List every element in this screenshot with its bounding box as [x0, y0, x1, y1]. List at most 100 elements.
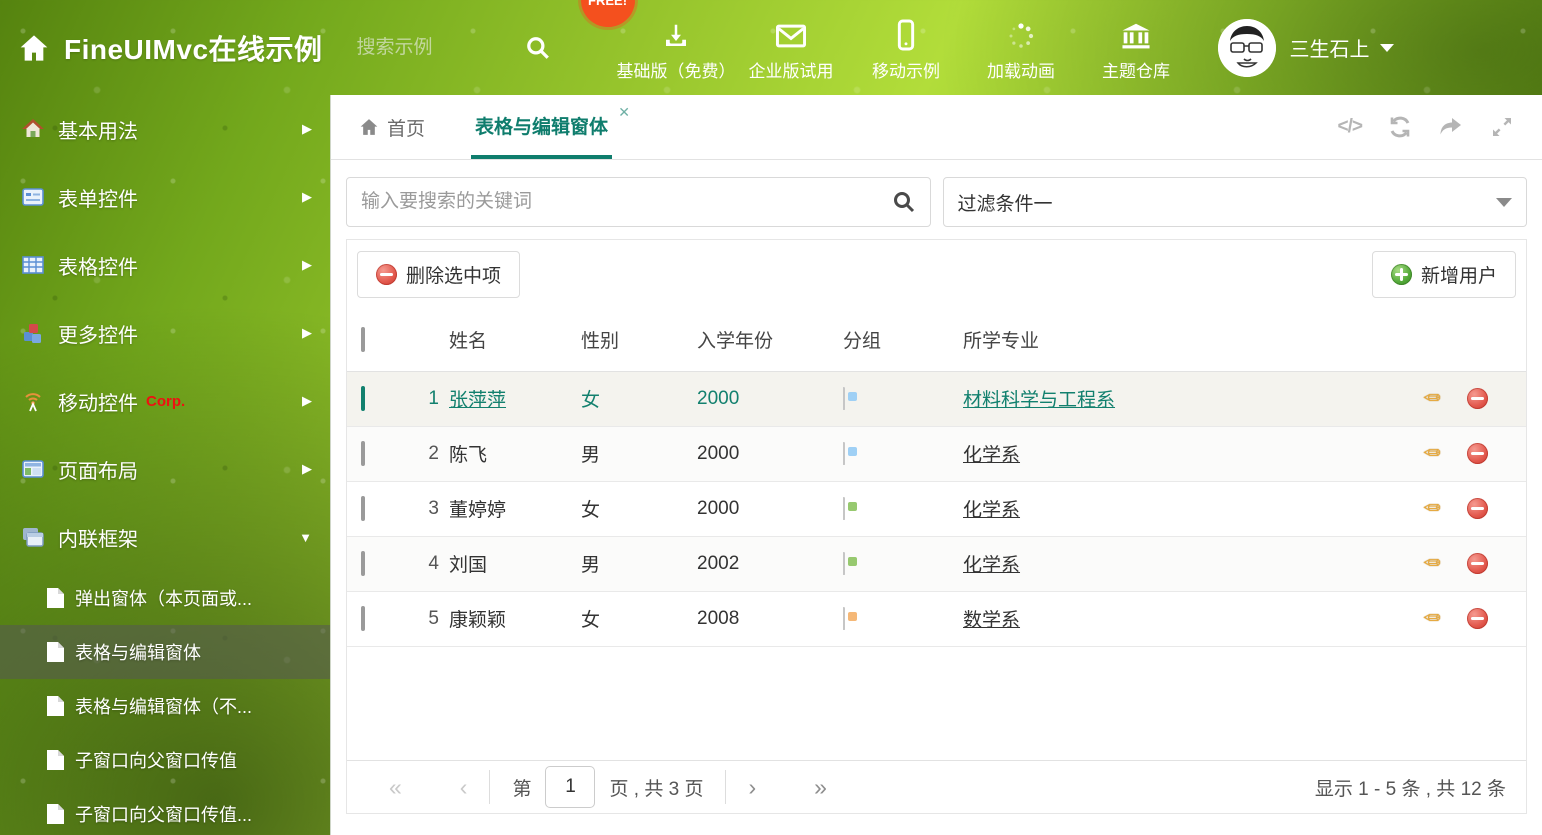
filter-dropdown[interactable]: 过滤条件一: [943, 177, 1528, 227]
expand-icon[interactable]: [1490, 115, 1514, 139]
page-icon: [46, 803, 65, 825]
sidebar-subitem-popup-window[interactable]: 弹出窗体（本页面或...: [0, 571, 330, 625]
tag-icon: [843, 497, 845, 520]
free-badge: FREE!: [581, 0, 635, 27]
cell-major: 材料科学与工程系: [963, 371, 1378, 426]
table-header-row: 姓名 性别 入学年份 分组 所学专业: [347, 309, 1526, 371]
cell-year: 2000: [697, 371, 843, 426]
tab-bar: 首页 表格与编辑窗体 ✕ </>: [331, 95, 1542, 160]
page-icon: [46, 587, 65, 609]
tag-icon: [843, 607, 845, 630]
table-row[interactable]: 5 康颖颖 女 2008 数学系 ✏: [347, 591, 1526, 646]
download-icon: [661, 13, 691, 51]
tab-actions: </>: [1338, 95, 1542, 159]
nav-item-theme-repo[interactable]: 主题仓库: [1079, 13, 1194, 82]
nav-item-enterprise-trial[interactable]: 企业版试用: [734, 13, 849, 82]
row-checkbox[interactable]: [361, 441, 365, 466]
select-all-checkbox[interactable]: [361, 327, 365, 352]
table-row[interactable]: 3 董婷婷 女 2000 化学系 ✏: [347, 481, 1526, 536]
pencil-icon[interactable]: ✏: [1423, 606, 1441, 631]
sidebar-item-page-layout[interactable]: 页面布局 ▶: [0, 435, 330, 503]
sidebar-subitem-child-to-parent[interactable]: 子窗口向父窗口传值: [0, 733, 330, 787]
header-search-input[interactable]: [357, 37, 507, 59]
delete-icon[interactable]: [1467, 388, 1488, 409]
sidebar-item-more-controls[interactable]: 更多控件 ▶: [0, 299, 330, 367]
refresh-icon[interactable]: [1388, 115, 1412, 139]
page-label-before: 第: [512, 774, 531, 801]
page-icon: [46, 749, 65, 771]
delete-selected-button[interactable]: 删除选中项: [357, 251, 520, 298]
cell-group: [843, 536, 963, 591]
row-checkbox[interactable]: [361, 496, 365, 521]
cell-gender: 女: [581, 591, 697, 646]
next-page-button[interactable]: ›: [748, 776, 756, 799]
table-row[interactable]: 4 刘国 男 2002 化学系 ✏: [347, 536, 1526, 591]
pencil-icon[interactable]: ✏: [1423, 551, 1441, 576]
divider: [489, 770, 490, 804]
col-major: 所学专业: [963, 309, 1378, 371]
home-icon[interactable]: [18, 32, 50, 64]
tab-label: 首页: [387, 114, 425, 141]
form-icon: [20, 185, 46, 209]
col-name: 姓名: [449, 309, 581, 371]
chevron-right-icon: ▶: [302, 325, 312, 341]
chevron-down-icon: [1496, 198, 1512, 207]
cell-group: [843, 426, 963, 481]
delete-icon[interactable]: [1467, 553, 1488, 574]
share-icon[interactable]: [1438, 115, 1464, 139]
filter-row: 过滤条件一: [331, 160, 1542, 239]
search-icon[interactable]: [892, 190, 916, 214]
pencil-icon[interactable]: ✏: [1423, 496, 1441, 521]
cell-year: 2002: [697, 536, 843, 591]
tag-icon: [843, 442, 845, 465]
code-icon[interactable]: </>: [1338, 116, 1362, 138]
app-title: FineUIMvc在线示例: [64, 28, 323, 68]
sidebar-item-mobile-controls[interactable]: 移动控件 Corp. ▶: [0, 367, 330, 435]
chevron-right-icon: ▶: [302, 461, 312, 477]
tag-icon: [843, 387, 845, 410]
cubes-icon: [20, 321, 46, 345]
tab-home[interactable]: 首页: [359, 95, 425, 159]
tab-label: 表格与编辑窗体: [475, 112, 608, 139]
page-number-input[interactable]: [545, 766, 595, 808]
sidebar-item-basic-usage[interactable]: 基本用法 ▶: [0, 95, 330, 163]
sidebar-subitem-child-to-parent-2[interactable]: 子窗口向父窗口传值...: [0, 787, 330, 835]
nav-label: 主题仓库: [1102, 57, 1170, 82]
main-panel: 首页 表格与编辑窗体 ✕ </> 过滤条件一: [330, 95, 1542, 835]
pencil-icon[interactable]: ✏: [1423, 386, 1441, 411]
delete-icon[interactable]: [1467, 498, 1488, 519]
close-icon[interactable]: ✕: [618, 104, 630, 121]
last-page-button[interactable]: »: [814, 776, 827, 799]
first-page-button[interactable]: «: [389, 776, 402, 799]
nav-item-mobile-demo[interactable]: 移动示例: [849, 13, 964, 82]
prev-page-button[interactable]: ‹: [460, 776, 468, 799]
delete-icon[interactable]: [1467, 608, 1488, 629]
bank-icon: [1120, 13, 1152, 51]
tab-grid-edit-window[interactable]: 表格与编辑窗体 ✕: [471, 95, 612, 159]
sidebar-subitem-grid-edit-window[interactable]: 表格与编辑窗体: [0, 625, 330, 679]
row-checkbox[interactable]: [361, 606, 365, 631]
nav-item-basic-free[interactable]: FREE! 基础版（免费）: [619, 13, 734, 82]
envelope-icon: [775, 13, 807, 51]
sidebar-item-iframe[interactable]: 内联框架 ▼: [0, 503, 330, 571]
table-row[interactable]: 1 张萍萍 女 2000 材料科学与工程系 ✏: [347, 371, 1526, 426]
add-user-button[interactable]: 新增用户: [1372, 251, 1516, 298]
sidebar-item-grid-controls[interactable]: 表格控件 ▶: [0, 231, 330, 299]
keyword-search-input[interactable]: [361, 191, 892, 213]
row-checkbox[interactable]: [361, 551, 365, 576]
user-menu[interactable]: 三生石上: [1218, 19, 1394, 77]
cell-gender: 女: [581, 481, 697, 536]
table-row[interactable]: 2 陈飞 男 2000 化学系 ✏: [347, 426, 1526, 481]
sidebar-subitem-grid-edit-window-2[interactable]: 表格与编辑窗体（不...: [0, 679, 330, 733]
row-checkbox[interactable]: [361, 386, 365, 411]
plus-circle-icon: [1391, 264, 1412, 285]
mobile-icon: [896, 13, 916, 51]
corp-badge: Corp.: [146, 393, 185, 410]
minus-circle-icon: [376, 264, 397, 285]
search-icon[interactable]: [525, 35, 551, 61]
nav-item-loading-anim[interactable]: 加载动画: [964, 13, 1079, 82]
sidebar-item-form-controls[interactable]: 表单控件 ▶: [0, 163, 330, 231]
nav-label: 加载动画: [987, 57, 1055, 82]
delete-icon[interactable]: [1467, 443, 1488, 464]
pencil-icon[interactable]: ✏: [1423, 441, 1441, 466]
